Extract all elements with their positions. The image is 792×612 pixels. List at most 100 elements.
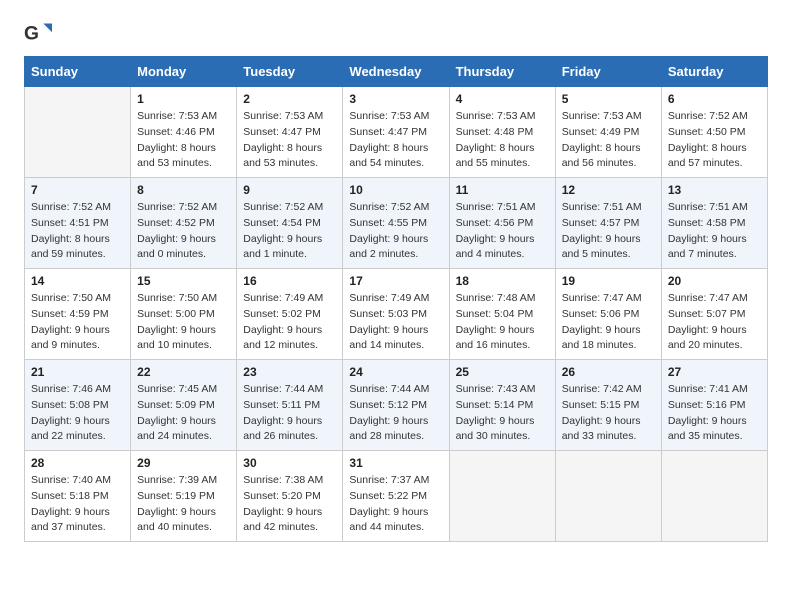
day-info: Sunrise: 7:48 AMSunset: 5:04 PMDaylight:… xyxy=(456,291,549,354)
day-number: 25 xyxy=(456,365,549,379)
day-number: 24 xyxy=(349,365,442,379)
weekday-header-thursday: Thursday xyxy=(449,57,555,87)
day-info: Sunrise: 7:44 AMSunset: 5:11 PMDaylight:… xyxy=(243,382,336,445)
day-info: Sunrise: 7:52 AMSunset: 4:55 PMDaylight:… xyxy=(349,200,442,263)
day-info: Sunrise: 7:46 AMSunset: 5:08 PMDaylight:… xyxy=(31,382,124,445)
day-number: 13 xyxy=(668,183,761,197)
header: G xyxy=(24,20,768,48)
calendar-cell: 23 Sunrise: 7:44 AMSunset: 5:11 PMDayligh… xyxy=(237,360,343,451)
calendar-cell: 8Sunrise: 7:52 AMSunset: 4:52 PMDaylight… xyxy=(131,178,237,269)
day-info: Sunrise: 7:51 AMSunset: 4:56 PMDaylight:… xyxy=(456,200,549,263)
day-number: 20 xyxy=(668,274,761,288)
day-number: 26 xyxy=(562,365,655,379)
calendar-cell xyxy=(449,451,555,542)
day-info: Sunrise: 7:52 AMSunset: 4:54 PMDaylight:… xyxy=(243,200,336,263)
day-info: Sunrise: 7:53 AMSunset: 4:47 PMDaylight:… xyxy=(243,109,336,172)
day-number: 17 xyxy=(349,274,442,288)
day-number: 16 xyxy=(243,274,336,288)
day-number: 19 xyxy=(562,274,655,288)
day-info: Sunrise: 7:52 AMSunset: 4:52 PMDaylight:… xyxy=(137,200,230,263)
calendar-body: 1 Sunrise: 7:53 AMSunset: 4:46 PMDaylight… xyxy=(25,87,768,542)
day-number: 3 xyxy=(349,92,442,106)
calendar-cell: 24Sunrise: 7:44 AMSunset: 5:12 PMDayligh… xyxy=(343,360,449,451)
day-number: 4 xyxy=(456,92,549,106)
day-number: 11 xyxy=(456,183,549,197)
calendar-cell: 17 Sunrise: 7:49 AMSunset: 5:03 PMDayligh… xyxy=(343,269,449,360)
calendar-cell: 19Sunrise: 7:47 AMSunset: 5:06 PMDayligh… xyxy=(555,269,661,360)
day-info: Sunrise: 7:49 AMSunset: 5:03 PMDaylight:… xyxy=(349,291,442,354)
day-number: 14 xyxy=(31,274,124,288)
day-number: 5 xyxy=(562,92,655,106)
calendar-cell: 20 Sunrise: 7:47 AMSunset: 5:07 PMDayligh… xyxy=(661,269,767,360)
day-number: 18 xyxy=(456,274,549,288)
calendar-cell: 7Sunrise: 7:52 AMSunset: 4:51 PMDaylight… xyxy=(25,178,131,269)
logo: G xyxy=(24,20,56,48)
svg-text:G: G xyxy=(24,23,39,44)
calendar-cell: 10 Sunrise: 7:52 AMSunset: 4:55 PMDayligh… xyxy=(343,178,449,269)
calendar-cell: 28 Sunrise: 7:40 AMSunset: 5:18 PMDayligh… xyxy=(25,451,131,542)
calendar-cell: 16 Sunrise: 7:49 AMSunset: 5:02 PMDayligh… xyxy=(237,269,343,360)
weekday-header-wednesday: Wednesday xyxy=(343,57,449,87)
day-number: 27 xyxy=(668,365,761,379)
calendar-cell: 3 Sunrise: 7:53 AMSunset: 4:47 PMDaylight… xyxy=(343,87,449,178)
day-info: Sunrise: 7:38 AMSunset: 5:20 PMDaylight:… xyxy=(243,473,336,536)
day-info: Sunrise: 7:43 AMSunset: 5:14 PMDaylight:… xyxy=(456,382,549,445)
day-info: Sunrise: 7:39 AMSunset: 5:19 PMDaylight:… xyxy=(137,473,230,536)
calendar-cell: 26Sunrise: 7:42 AMSunset: 5:15 PMDayligh… xyxy=(555,360,661,451)
calendar-cell: 25 Sunrise: 7:43 AMSunset: 5:14 PMDayligh… xyxy=(449,360,555,451)
calendar-cell: 12Sunrise: 7:51 AMSunset: 4:57 PMDayligh… xyxy=(555,178,661,269)
day-info: Sunrise: 7:47 AMSunset: 5:07 PMDaylight:… xyxy=(668,291,761,354)
day-number: 1 xyxy=(137,92,230,106)
day-number: 6 xyxy=(668,92,761,106)
calendar-header: SundayMondayTuesdayWednesdayThursdayFrid… xyxy=(25,57,768,87)
day-number: 9 xyxy=(243,183,336,197)
day-number: 28 xyxy=(31,456,124,470)
calendar-cell: 2Sunrise: 7:53 AMSunset: 4:47 PMDaylight… xyxy=(237,87,343,178)
calendar-week-4: 28 Sunrise: 7:40 AMSunset: 5:18 PMDayligh… xyxy=(25,451,768,542)
day-number: 23 xyxy=(243,365,336,379)
calendar-cell: 22 Sunrise: 7:45 AMSunset: 5:09 PMDayligh… xyxy=(131,360,237,451)
weekday-header-friday: Friday xyxy=(555,57,661,87)
calendar-cell: 31Sunrise: 7:37 AMSunset: 5:22 PMDayligh… xyxy=(343,451,449,542)
day-info: Sunrise: 7:50 AMSunset: 5:00 PMDaylight:… xyxy=(137,291,230,354)
weekday-header-tuesday: Tuesday xyxy=(237,57,343,87)
calendar-week-2: 14 Sunrise: 7:50 AMSunset: 4:59 PMDayligh… xyxy=(25,269,768,360)
day-info: Sunrise: 7:40 AMSunset: 5:18 PMDaylight:… xyxy=(31,473,124,536)
calendar-cell: 4Sunrise: 7:53 AMSunset: 4:48 PMDaylight… xyxy=(449,87,555,178)
calendar-week-0: 1 Sunrise: 7:53 AMSunset: 4:46 PMDaylight… xyxy=(25,87,768,178)
day-info: Sunrise: 7:50 AMSunset: 4:59 PMDaylight:… xyxy=(31,291,124,354)
day-info: Sunrise: 7:53 AMSunset: 4:46 PMDaylight:… xyxy=(137,109,230,172)
calendar-cell: 1 Sunrise: 7:53 AMSunset: 4:46 PMDaylight… xyxy=(131,87,237,178)
weekday-header-saturday: Saturday xyxy=(661,57,767,87)
calendar-week-1: 7Sunrise: 7:52 AMSunset: 4:51 PMDaylight… xyxy=(25,178,768,269)
day-info: Sunrise: 7:45 AMSunset: 5:09 PMDaylight:… xyxy=(137,382,230,445)
day-info: Sunrise: 7:49 AMSunset: 5:02 PMDaylight:… xyxy=(243,291,336,354)
calendar-cell: 11 Sunrise: 7:51 AMSunset: 4:56 PMDayligh… xyxy=(449,178,555,269)
day-number: 22 xyxy=(137,365,230,379)
calendar-cell: 9 Sunrise: 7:52 AMSunset: 4:54 PMDaylight… xyxy=(237,178,343,269)
calendar-table: SundayMondayTuesdayWednesdayThursdayFrid… xyxy=(24,56,768,542)
calendar-cell xyxy=(555,451,661,542)
days-of-week-row: SundayMondayTuesdayWednesdayThursdayFrid… xyxy=(25,57,768,87)
day-info: Sunrise: 7:53 AMSunset: 4:47 PMDaylight:… xyxy=(349,109,442,172)
weekday-header-monday: Monday xyxy=(131,57,237,87)
calendar-cell: 5 Sunrise: 7:53 AMSunset: 4:49 PMDaylight… xyxy=(555,87,661,178)
calendar-cell xyxy=(25,87,131,178)
day-number: 10 xyxy=(349,183,442,197)
day-number: 21 xyxy=(31,365,124,379)
calendar-cell xyxy=(661,451,767,542)
day-number: 29 xyxy=(137,456,230,470)
day-number: 30 xyxy=(243,456,336,470)
calendar-cell: 18 Sunrise: 7:48 AMSunset: 5:04 PMDayligh… xyxy=(449,269,555,360)
day-info: Sunrise: 7:53 AMSunset: 4:49 PMDaylight:… xyxy=(562,109,655,172)
day-info: Sunrise: 7:51 AMSunset: 4:58 PMDaylight:… xyxy=(668,200,761,263)
day-info: Sunrise: 7:37 AMSunset: 5:22 PMDaylight:… xyxy=(349,473,442,536)
day-number: 15 xyxy=(137,274,230,288)
day-info: Sunrise: 7:51 AMSunset: 4:57 PMDaylight:… xyxy=(562,200,655,263)
logo-icon: G xyxy=(24,20,52,48)
calendar-cell: 15 Sunrise: 7:50 AMSunset: 5:00 PMDayligh… xyxy=(131,269,237,360)
day-info: Sunrise: 7:41 AMSunset: 5:16 PMDaylight:… xyxy=(668,382,761,445)
calendar-cell: 6 Sunrise: 7:52 AMSunset: 4:50 PMDaylight… xyxy=(661,87,767,178)
calendar-cell: 14 Sunrise: 7:50 AMSunset: 4:59 PMDayligh… xyxy=(25,269,131,360)
day-info: Sunrise: 7:52 AMSunset: 4:50 PMDaylight:… xyxy=(668,109,761,172)
